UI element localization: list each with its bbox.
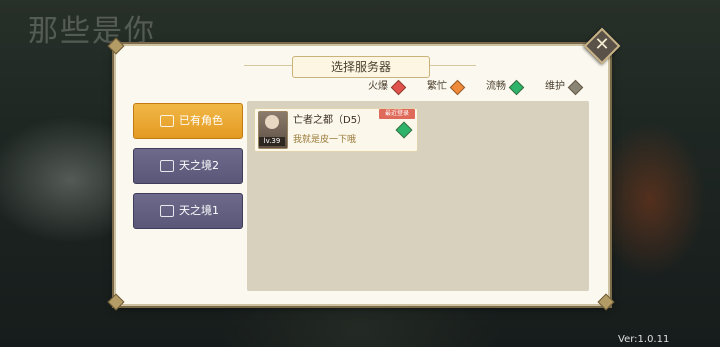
close-x-icon[interactable]: ✕ [589,32,615,58]
recent-login-badge: 最近登录 [379,109,415,119]
legend-label-smooth: 流畅 [486,81,506,92]
title-divider-right [428,65,476,66]
legend-label-maintenance: 维护 [545,81,565,92]
tab-label: 天之境2 [179,159,219,172]
avatar-portrait-icon [265,115,279,129]
tab-tianzhijing-1[interactable]: 天之境1 [133,193,243,229]
server-icon [160,160,174,172]
tab-tianzhijing-2[interactable]: 天之境2 [133,148,243,184]
tab-label: 已有角色 [179,114,223,127]
server-name: 亡者之都（D5） [293,115,368,126]
tab-existing-characters[interactable]: 已有角色 [133,103,243,139]
title-divider-left [244,65,292,66]
dialog-title: 选择服务器 [292,56,430,78]
legend-label-hot: 火爆 [368,81,388,92]
character-name: 我就是皮一下哦 [293,135,357,145]
server-icon [160,115,174,127]
character-level: lv.39 [259,137,285,146]
version-label: Ver:1.0.11 [618,334,670,345]
server-icon [160,205,174,217]
legend-label-busy: 繁忙 [427,81,447,92]
tab-label: 天之境1 [179,204,219,217]
